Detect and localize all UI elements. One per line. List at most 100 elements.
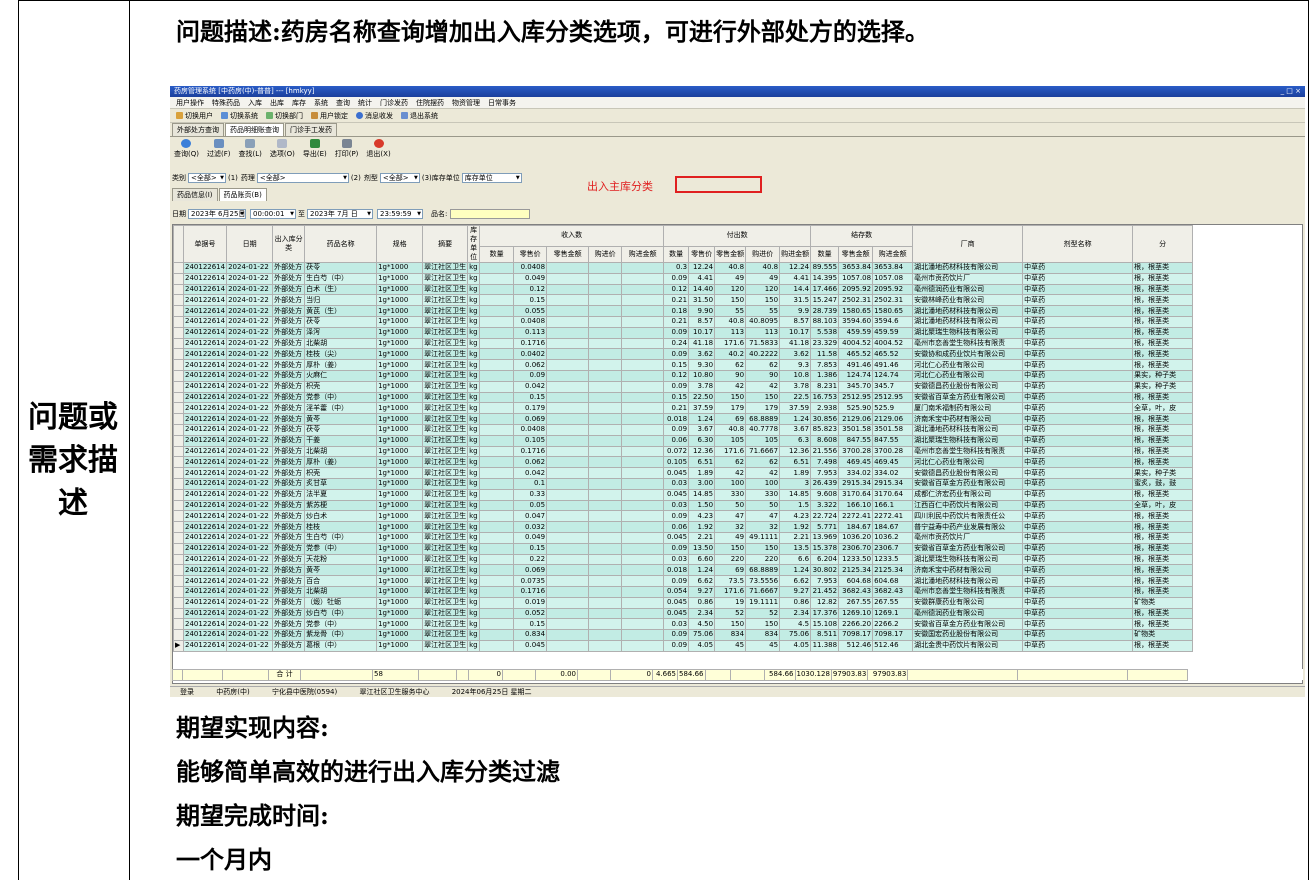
row-indicator[interactable] [173,607,184,620]
export-button[interactable]: 导出(E) [303,139,327,159]
form-select[interactable]: <全部> [379,173,420,183]
from-date-picker[interactable]: 2023年 6月25日 [188,209,246,219]
col-header[interactable]: 购进金额 [872,245,914,264]
switch-user-button[interactable]: 切换用户 [172,111,217,121]
table-row[interactable]: 240122614 2024-01-22 外部处方 淫羊藿（中） 1g*1000 翠江社区… [173,402,1194,415]
col-header[interactable]: 零售金额 [546,245,590,264]
row-indicator[interactable] [173,467,184,479]
table-row[interactable]: 240122614 2024-01-22 外部处方 北柴胡 1g*1000 翠江社区卫生 k… [173,585,1194,598]
menu-item[interactable]: 特殊药品 [208,98,244,108]
table-row[interactable]: 240122614 2024-01-22 外部处方 厚朴（姜） 1g*1000 翠江社区卫… [173,359,1194,371]
col-header[interactable]: 数量 [479,245,515,264]
table-row[interactable]: 240122614 2024-01-22 外部处方 北柴胡 1g*1000 翠江社区卫生 k… [173,445,1194,458]
table-row[interactable]: 240122614 2024-01-22 外部处方 桂枝 1g*1000 翠江社区卫生 kg… [173,521,1194,533]
table-row[interactable]: 240122614 2024-01-22 外部处方 炒白芍（中） 1g*1000 翠江社区… [173,607,1194,620]
row-indicator[interactable] [173,380,184,393]
col-header[interactable]: 单据号 [182,225,228,263]
row-indicator[interactable] [173,510,184,523]
col-header[interactable]: 剂型名称 [1022,225,1134,263]
row-indicator[interactable] [173,629,184,641]
col-header[interactable]: 数量 [663,245,690,264]
switch-dept-button[interactable]: 切换部门 [262,111,307,121]
print-button[interactable]: 打印(P) [335,139,358,159]
col-header[interactable]: 零售价 [513,245,548,264]
table-row[interactable]: 240122614 2024-01-22 外部处方 茯苓 1g*1000 翠江社区卫生 kg… [173,262,1194,274]
tab-drug-info[interactable]: 药品信息(I) [172,188,218,201]
tab-external-prescription[interactable]: 外部处方查询 [172,123,224,136]
col-header[interactable]: 数量 [810,245,840,264]
row-indicator[interactable] [173,283,184,296]
col-header[interactable]: 购进价 [745,245,781,264]
table-row[interactable]: 240122614 2024-01-22 外部处方 茯苓 1g*1000 翠江社区卫生 kg… [173,315,1194,328]
table-row[interactable]: 240122614 2024-01-22 外部处方 炒白术 1g*1000 翠江社区卫生 k… [173,510,1194,523]
col-header[interactable]: 摘要 [422,225,469,263]
to-date-picker[interactable]: 2023年 7月 日 [307,209,373,219]
col-header[interactable]: 购进金额 [779,245,812,264]
menu-item[interactable]: 物资管理 [448,98,484,108]
menu-item[interactable]: 系统 [310,98,332,108]
row-indicator[interactable] [173,521,184,533]
row-indicator[interactable] [173,445,184,458]
exit-button[interactable]: 退出(X) [366,139,391,159]
table-row[interactable]: 240122614 2024-01-22 外部处方 厚朴（姜） 1g*1000 翠江社区卫… [173,456,1194,469]
find-button[interactable]: 查找(L) [238,139,262,159]
col-header[interactable]: 库存单位 [467,225,481,263]
table-row[interactable]: ▶ 240122614 2024-01-22 外部处方 葛根（中） 1g*1000 翠江社区… [173,639,1194,652]
table-row[interactable]: 240122614 2024-01-22 外部处方 （煅）牡蛎 1g*1000 翠江社区卫… [173,596,1194,609]
row-indicator[interactable] [173,402,184,415]
switch-system-button[interactable]: 切换系统 [217,111,262,121]
table-row[interactable]: 240122614 2024-01-22 外部处方 紫苏梗 1g*1000 翠江社区卫生 k… [173,499,1194,512]
ledger-grid[interactable]: 单据号 日期 出入库分类 药品名称 规格 摘要 库存单位 收入数 付出数 结存数… [172,224,1303,684]
row-indicator[interactable] [173,294,184,307]
messages-button[interactable]: 消息收发 [352,111,397,121]
row-indicator[interactable] [173,326,184,339]
row-indicator[interactable] [173,553,184,566]
col-header[interactable]: 厂商 [912,225,1024,263]
table-row[interactable]: 240122614 2024-01-22 外部处方 白术（生） 1g*1000 翠江社区卫… [173,283,1194,296]
table-row[interactable]: 240122614 2024-01-22 外部处方 百合 1g*1000 翠江社区卫生 kg… [173,575,1194,587]
row-indicator[interactable] [173,499,184,512]
row-indicator[interactable] [173,262,184,274]
table-row[interactable]: 240122614 2024-01-22 外部处方 黄芩 1g*1000 翠江社区卫生 kg… [173,564,1194,577]
table-row[interactable]: 240122614 2024-01-22 外部处方 紫龙骨（中） 1g*1000 翠江社区… [173,629,1194,641]
row-indicator[interactable] [173,531,184,544]
table-row[interactable]: 240122614 2024-01-22 外部处方 党参（中） 1g*1000 翠江社区卫… [173,391,1194,404]
table-row[interactable]: 240122614 2024-01-22 外部处方 法半夏 1g*1000 翠江社区卫生 k… [173,488,1194,501]
table-row[interactable]: 240122614 2024-01-22 外部处方 黄芪（生） 1g*1000 翠江社区卫… [173,305,1194,317]
table-row[interactable]: 240122614 2024-01-22 外部处方 当归 1g*1000 翠江社区卫生 kg… [173,294,1194,307]
row-indicator[interactable] [173,618,184,631]
query-button[interactable]: 查询(Q) [174,139,199,159]
table-row[interactable]: 240122614 2024-01-22 外部处方 桂枝（尖） 1g*1000 翠江社区卫… [173,348,1194,361]
row-indicator[interactable] [173,413,184,425]
row-indicator[interactable] [173,575,184,587]
row-indicator[interactable] [173,585,184,598]
menu-item[interactable]: 用户操作 [172,98,208,108]
row-indicator[interactable]: ▶ [173,639,184,652]
table-row[interactable]: 240122614 2024-01-22 外部处方 泽泻 1g*1000 翠江社区卫生 kg… [173,326,1194,339]
col-header[interactable]: 零售金额 [838,245,874,264]
row-indicator[interactable] [173,337,184,350]
menu-item[interactable]: 库存 [288,98,310,108]
unit-select[interactable]: 库存单位 [461,173,522,183]
drug-name-input[interactable] [450,209,531,219]
row-indicator[interactable] [173,434,184,447]
row-indicator[interactable] [173,456,184,469]
table-row[interactable]: 240122614 2024-01-22 外部处方 炙甘草 1g*1000 翠江社区卫生 k… [173,477,1194,490]
table-row[interactable]: 240122614 2024-01-22 外部处方 黄芩 1g*1000 翠江社区卫生 kg… [173,413,1194,425]
tab-manual-dispense[interactable]: 门诊手工发药 [285,123,337,136]
tab-drug-ledger[interactable]: 药品明细账查询 [225,123,284,136]
row-indicator[interactable] [173,542,184,555]
row-indicator[interactable] [173,423,184,436]
menu-item[interactable]: 入库 [244,98,266,108]
col-header[interactable]: 分 [1132,225,1194,263]
table-row[interactable]: 240122614 2024-01-22 外部处方 干姜 1g*1000 翠江社区卫生 kg… [173,434,1194,447]
menu-item[interactable]: 住院摆药 [412,98,448,108]
menu-item[interactable]: 出库 [266,98,288,108]
col-header[interactable]: 出入库分类 [272,225,306,263]
table-row[interactable]: 240122614 2024-01-22 外部处方 生白芍（中） 1g*1000 翠江社区… [173,272,1194,285]
row-indicator[interactable] [173,369,184,382]
table-row[interactable]: 240122614 2024-01-22 外部处方 天花粉 1g*1000 翠江社区卫生 k… [173,553,1194,566]
row-indicator[interactable] [173,315,184,328]
row-indicator[interactable] [173,596,184,609]
col-header[interactable]: 购进金额 [621,245,665,264]
